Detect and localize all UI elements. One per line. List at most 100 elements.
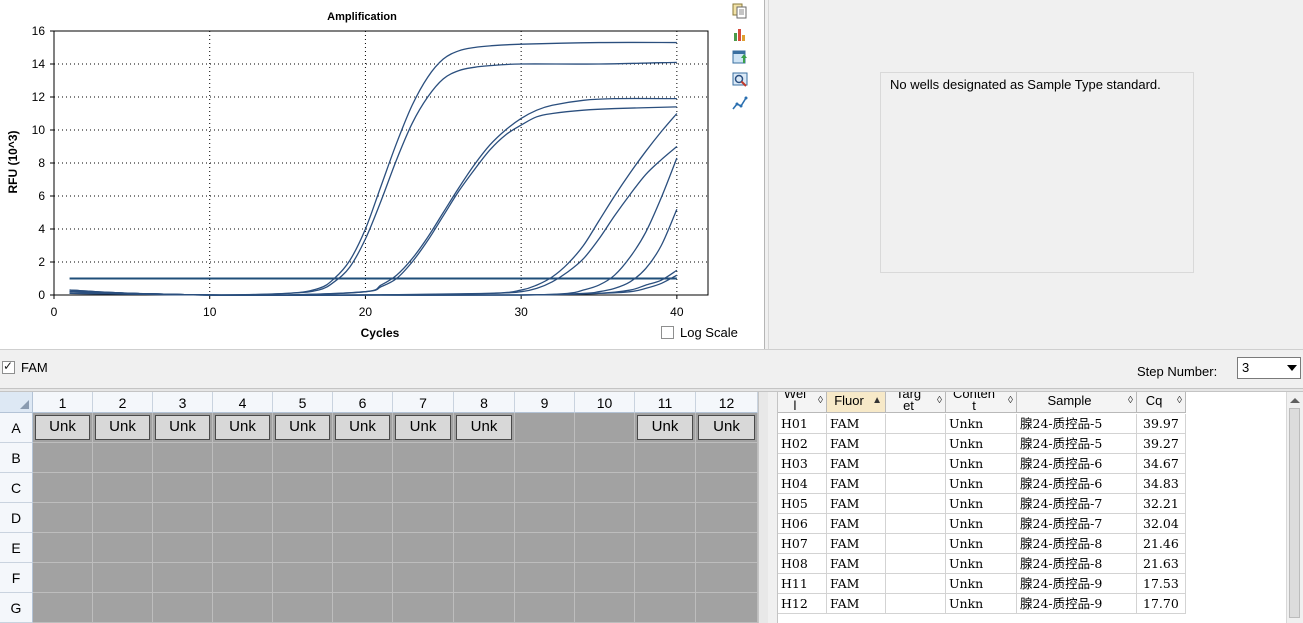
table-cell[interactable]: 腺24-质控品-7: [1017, 514, 1137, 534]
sort-icon[interactable]: ◊: [937, 395, 942, 406]
scroll-thumb[interactable]: [1289, 408, 1300, 618]
sort-icon[interactable]: ◊: [1177, 395, 1182, 406]
column-header-9[interactable]: 9: [515, 392, 575, 413]
plate-well-G12[interactable]: [696, 593, 758, 623]
plate-well-G1[interactable]: [33, 593, 93, 623]
plate-well-G3[interactable]: [153, 593, 213, 623]
column-header-2[interactable]: Targ et ◊: [886, 392, 946, 413]
plate-well-C10[interactable]: [575, 473, 635, 503]
table-cell[interactable]: FAM: [827, 474, 886, 494]
column-header-11[interactable]: 11: [635, 392, 696, 413]
table-scrollbar[interactable]: [1286, 392, 1303, 623]
plate-well-F5[interactable]: [273, 563, 333, 593]
plate-well-G8[interactable]: [454, 593, 515, 623]
plate-well-C5[interactable]: [273, 473, 333, 503]
plate-well-D10[interactable]: [575, 503, 635, 533]
plate-well-C11[interactable]: [635, 473, 696, 503]
plate-well-D7[interactable]: [393, 503, 454, 533]
well-content-A3[interactable]: Unk: [155, 415, 210, 440]
plate-well-F8[interactable]: [454, 563, 515, 593]
plate-well-G7[interactable]: [393, 593, 454, 623]
table-cell[interactable]: FAM: [827, 594, 886, 614]
table-cell[interactable]: H01: [778, 414, 827, 434]
table-cell[interactable]: FAM: [827, 414, 886, 434]
table-cell[interactable]: H05: [778, 494, 827, 514]
well-content-A12[interactable]: Unk: [698, 415, 755, 440]
table-cell[interactable]: Unkn: [946, 594, 1017, 614]
table-cell[interactable]: H06: [778, 514, 827, 534]
plate-well-A6[interactable]: Unk: [333, 413, 393, 443]
plate-well-C2[interactable]: [93, 473, 153, 503]
plate-scrollbar[interactable]: [758, 392, 768, 623]
plate-well-A2[interactable]: Unk: [93, 413, 153, 443]
table-cell[interactable]: [886, 494, 946, 514]
plate-well-A8[interactable]: Unk: [454, 413, 515, 443]
table-cell[interactable]: 17.70: [1137, 594, 1186, 614]
table-cell[interactable]: Unkn: [946, 454, 1017, 474]
plate-well-B2[interactable]: [93, 443, 153, 473]
well-content-A5[interactable]: Unk: [275, 415, 330, 440]
table-cell[interactable]: [886, 554, 946, 574]
table-cell[interactable]: 腺24-质控品-6: [1017, 454, 1137, 474]
table-cell[interactable]: FAM: [827, 454, 886, 474]
plate-well-D9[interactable]: [515, 503, 575, 533]
plate-well-B6[interactable]: [333, 443, 393, 473]
select-all-corner[interactable]: [0, 392, 33, 413]
table-cell[interactable]: H03: [778, 454, 827, 474]
table-cell[interactable]: [886, 594, 946, 614]
row-header-G[interactable]: G: [0, 593, 33, 623]
fam-checkbox[interactable]: [2, 359, 15, 374]
plate-well-B5[interactable]: [273, 443, 333, 473]
column-header-10[interactable]: 10: [575, 392, 635, 413]
well-content-A11[interactable]: Unk: [637, 415, 693, 440]
plate-well-E1[interactable]: [33, 533, 93, 563]
plate-well-F2[interactable]: [93, 563, 153, 593]
plate-well-G6[interactable]: [333, 593, 393, 623]
row-header-F[interactable]: F: [0, 563, 33, 593]
table-cell[interactable]: [886, 574, 946, 594]
table-cell[interactable]: H11: [778, 574, 827, 594]
plate-well-G11[interactable]: [635, 593, 696, 623]
plate-well-G5[interactable]: [273, 593, 333, 623]
column-header-8[interactable]: 8: [454, 392, 515, 413]
sort-icon[interactable]: ◊: [818, 395, 823, 406]
table-cell[interactable]: FAM: [827, 514, 886, 534]
plate-well-G4[interactable]: [213, 593, 273, 623]
table-cell[interactable]: [886, 414, 946, 434]
table-cell[interactable]: FAM: [827, 554, 886, 574]
well-content-A6[interactable]: Unk: [335, 415, 390, 440]
fit-icon[interactable]: [732, 95, 748, 111]
plate-well-F6[interactable]: [333, 563, 393, 593]
row-header-A[interactable]: A: [0, 413, 33, 443]
table-cell[interactable]: [886, 474, 946, 494]
column-header-7[interactable]: 7: [393, 392, 454, 413]
plate-well-G2[interactable]: [93, 593, 153, 623]
plate-well-B12[interactable]: [696, 443, 758, 473]
table-cell[interactable]: H04: [778, 474, 827, 494]
plate-well-E4[interactable]: [213, 533, 273, 563]
plate-well-A7[interactable]: Unk: [393, 413, 454, 443]
table-cell[interactable]: FAM: [827, 534, 886, 554]
well-content-A7[interactable]: Unk: [395, 415, 451, 440]
zoom-icon[interactable]: [732, 72, 748, 88]
log-scale-toggle[interactable]: Log Scale: [661, 325, 738, 340]
plate-well-F10[interactable]: [575, 563, 635, 593]
table-cell[interactable]: 腺24-质控品-8: [1017, 554, 1137, 574]
plate-well-C8[interactable]: [454, 473, 515, 503]
plate-well-F1[interactable]: [33, 563, 93, 593]
table-cell[interactable]: 34.83: [1137, 474, 1186, 494]
plate-well-D4[interactable]: [213, 503, 273, 533]
plate-well-A12[interactable]: Unk: [696, 413, 758, 443]
table-cell[interactable]: 21.63: [1137, 554, 1186, 574]
plate-well-E2[interactable]: [93, 533, 153, 563]
table-cell[interactable]: 32.04: [1137, 514, 1186, 534]
table-cell[interactable]: Unkn: [946, 514, 1017, 534]
row-header-D[interactable]: D: [0, 503, 33, 533]
table-cell[interactable]: Unkn: [946, 574, 1017, 594]
plate-well-F7[interactable]: [393, 563, 454, 593]
column-header-12[interactable]: 12: [696, 392, 758, 413]
plate-well-E5[interactable]: [273, 533, 333, 563]
table-cell[interactable]: [886, 534, 946, 554]
plate-well-F11[interactable]: [635, 563, 696, 593]
export-icon[interactable]: [732, 49, 748, 65]
